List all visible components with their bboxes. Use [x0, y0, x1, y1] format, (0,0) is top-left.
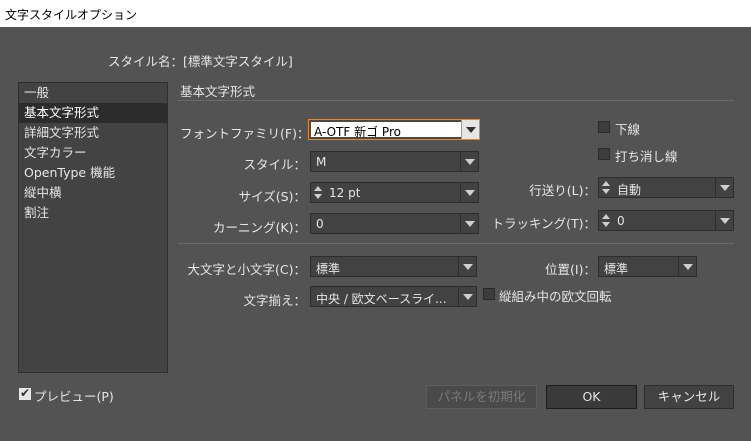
sidebar-item-character-color[interactable]: 文字カラー	[19, 143, 167, 163]
style-name-label: スタイル名：	[108, 54, 184, 69]
chevron-down-icon	[458, 257, 476, 276]
tatechuyoko-roman-checkbox[interactable]	[483, 288, 495, 300]
preview-checkbox[interactable]	[19, 386, 31, 400]
style-label: スタイル：	[243, 157, 306, 172]
alignment-dropdown[interactable]: 中央 / 欧文ベースライ...	[310, 286, 477, 307]
window-title: 文字スタイルオプション	[5, 8, 138, 22]
stepper-arrows-icon[interactable]	[313, 185, 324, 200]
size-label: サイズ(S)：	[238, 189, 306, 204]
tracking-label: トラッキング(T)：	[491, 216, 596, 231]
chevron-down-icon	[715, 211, 733, 230]
kerning-value: 0	[316, 217, 324, 231]
chevron-down-icon	[461, 120, 479, 139]
chevron-down-icon	[460, 214, 478, 233]
font-family-dropdown[interactable]: A-OTF 新ゴ Pro	[308, 119, 480, 140]
ok-button[interactable]: OK	[546, 385, 637, 409]
chevron-down-icon	[460, 152, 478, 171]
section-divider-middle	[178, 243, 734, 244]
underline-checkbox[interactable]	[598, 121, 610, 133]
preview-label: プレビュー(P)	[34, 389, 114, 404]
font-style-value: M	[316, 155, 327, 169]
category-list: 一般 基本文字形式 詳細文字形式 文字カラー OpenType 機能 縦中横 割…	[18, 82, 168, 373]
section-divider-top	[178, 100, 734, 101]
position-value: 標準	[604, 262, 629, 276]
strikethrough-label: 打ち消し線	[615, 149, 678, 164]
title-bar: 文字スタイルオプション	[0, 0, 751, 27]
style-name-value: [標準文字スタイル]	[183, 54, 293, 69]
case-dropdown[interactable]: 標準	[310, 256, 477, 277]
case-value: 標準	[316, 262, 341, 276]
sidebar-item-tatechuyoko[interactable]: 縦中横	[19, 183, 167, 203]
stepper-arrows-icon[interactable]	[601, 180, 612, 195]
sidebar-item-basic-character-formats[interactable]: 基本文字形式	[19, 103, 167, 123]
chevron-down-icon	[458, 287, 476, 306]
position-dropdown[interactable]: 標準	[598, 256, 697, 277]
sidebar-item-general[interactable]: 一般	[19, 83, 167, 103]
case-label: 大文字と小文字(C)：	[187, 262, 306, 277]
strikethrough-checkbox[interactable]	[598, 148, 610, 160]
font-family-label: フォントファミリ(F)：	[180, 126, 310, 141]
position-label: 位置(I)：	[545, 262, 596, 277]
size-combo[interactable]: 12 pt	[310, 182, 479, 203]
kerning-dropdown[interactable]: 0	[310, 213, 479, 234]
sidebar-item-warichu[interactable]: 割注	[19, 203, 167, 223]
font-style-dropdown[interactable]: M	[310, 151, 479, 172]
chevron-down-icon	[678, 257, 696, 276]
leading-label: 行送り(L)：	[529, 183, 596, 198]
chevron-down-icon	[715, 178, 733, 197]
stepper-arrows-icon[interactable]	[601, 213, 612, 228]
sidebar-item-opentype-features[interactable]: OpenType 機能	[19, 163, 167, 183]
leading-value: 自動	[617, 183, 642, 197]
tatechuyoko-roman-label: 縦組み中の欧文回転	[499, 289, 612, 304]
underline-label: 下線	[615, 122, 641, 137]
chevron-down-icon	[460, 183, 478, 202]
reset-panel-button[interactable]: パネルを初期化	[426, 385, 537, 409]
tracking-value: 0	[617, 214, 625, 228]
cancel-button[interactable]: キャンセル	[644, 385, 734, 409]
alignment-value: 中央 / 欧文ベースライ...	[316, 292, 447, 306]
leading-combo[interactable]: 自動	[598, 177, 734, 198]
kerning-label: カーニング(K)：	[213, 220, 306, 235]
size-value: 12 pt	[329, 186, 361, 200]
tracking-combo[interactable]: 0	[598, 210, 734, 231]
sidebar-item-advanced-character-formats[interactable]: 詳細文字形式	[19, 123, 167, 143]
alignment-label: 文字揃え：	[243, 293, 306, 308]
font-family-value: A-OTF 新ゴ Pro	[314, 125, 401, 139]
section-title: 基本文字形式	[180, 84, 256, 99]
